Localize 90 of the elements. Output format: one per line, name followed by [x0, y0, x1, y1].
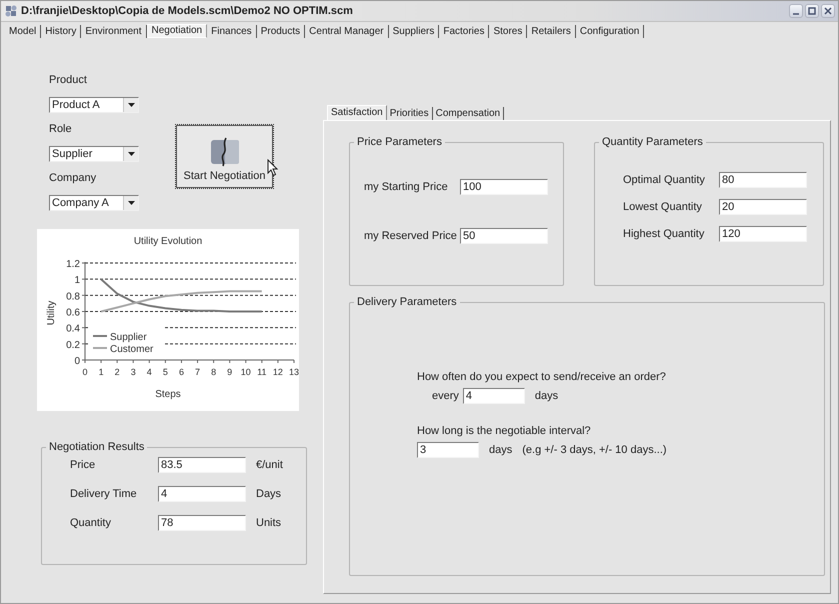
cursor-icon [267, 159, 279, 177]
tick-label: 1.2 [66, 259, 80, 270]
unit-label: Units [256, 517, 282, 529]
field-label: my Reserved Price [363, 230, 458, 242]
field-label: Quantity [69, 517, 112, 529]
question-text: How long is the negotiable interval? [417, 425, 591, 437]
tick-label: 0.8 [66, 291, 80, 302]
text-field[interactable]: 4 [462, 388, 525, 404]
field-label: Delivery Time [69, 488, 138, 500]
tab[interactable]: Priorities [386, 107, 433, 120]
tab[interactable]: Model [5, 25, 42, 38]
text-field[interactable]: 78 [158, 515, 246, 531]
unit-label: days [489, 444, 512, 456]
text-field[interactable]: 100 [460, 179, 548, 195]
tab[interactable]: Suppliers [388, 25, 440, 38]
window-title: D:\franjie\Desktop\Copia de Models.scm\Demo2 NO OPTIM.scm [21, 5, 354, 17]
text-field[interactable]: 83.5 [158, 457, 246, 473]
tick-label: 0.6 [66, 308, 80, 318]
axis-title: Utility [46, 300, 57, 326]
tab[interactable]: History [41, 25, 82, 38]
tab[interactable]: Configuration [576, 25, 644, 38]
text-field[interactable]: 50 [460, 228, 548, 244]
tick-label: 1 [74, 275, 80, 286]
tick-label: 11 [257, 367, 267, 377]
tick-label: 0 [82, 367, 88, 377]
legend-line [93, 335, 107, 337]
caret-icon [128, 152, 134, 156]
legend-label: Supplier [110, 332, 147, 343]
tick-label: 8 [211, 367, 216, 377]
tick-label: 9 [227, 367, 232, 377]
tab[interactable]: Central Manager [305, 25, 389, 38]
field-label: Optimal Quantity [622, 174, 706, 186]
text-field[interactable]: 120 [719, 226, 807, 242]
tick-label: 0.2 [66, 340, 80, 351]
hint-text: (e.g +/- 3 days, +/- 10 days...) [522, 444, 667, 456]
tick-label: 13 [289, 367, 299, 377]
group-title: Delivery Parameters [356, 296, 458, 308]
tick-label: 10 [240, 367, 251, 377]
group-title: Price Parameters [356, 136, 443, 148]
legend-label: Customer [110, 344, 154, 355]
field-label: Price [69, 459, 96, 471]
tick-label: 5 [162, 367, 168, 377]
field-label: Highest Quantity [622, 228, 706, 240]
legend-line [93, 347, 107, 349]
tick-label: 3 [130, 367, 136, 377]
tick-label: 4 [146, 367, 152, 377]
tab[interactable]: Finances [207, 25, 257, 38]
tab[interactable]: Products [256, 25, 306, 38]
close-button[interactable] [821, 4, 835, 18]
field-label: every [432, 390, 459, 402]
text-field[interactable]: 3 [417, 442, 479, 458]
dropdown[interactable]: Company A [49, 195, 139, 211]
tab[interactable]: Stores [489, 25, 528, 38]
caret-icon [128, 103, 134, 107]
minimize-button[interactable] [789, 4, 803, 18]
tick-label: 12 [272, 367, 283, 377]
field-label: Product [49, 74, 88, 88]
question-text: How often do you expect to send/receive an order? [417, 371, 666, 383]
maximize-button[interactable] [805, 4, 819, 18]
unit-label: €/unit [256, 459, 283, 471]
close-icon [824, 7, 832, 15]
field-label: my Starting Price [363, 181, 449, 193]
caret-icon [128, 201, 134, 205]
tab[interactable]: Retailers [527, 25, 576, 38]
tab[interactable]: Factories [439, 25, 490, 38]
field-label: Company [49, 172, 98, 186]
field-label: Lowest Quantity [622, 201, 703, 213]
tick-label: 0 [74, 356, 80, 367]
tick-label: 6 [178, 367, 184, 377]
group-title: Negotiation Results [48, 441, 146, 453]
dropdown[interactable]: Supplier [49, 146, 139, 162]
dropdown[interactable]: Product A [49, 97, 139, 113]
field-label: Role [49, 123, 73, 137]
text-field[interactable]: 20 [719, 199, 807, 215]
tab[interactable]: Satisfaction [327, 105, 387, 120]
tab[interactable]: Negotiation [146, 24, 208, 38]
tick-label: 2 [114, 367, 120, 377]
group-title: Quantity Parameters [601, 136, 704, 148]
tick-label: 0.4 [66, 324, 80, 335]
text-field[interactable]: 4 [158, 486, 246, 502]
maximize-icon [808, 7, 816, 15]
app-icon [4, 4, 18, 18]
text-field[interactable]: 80 [719, 172, 807, 188]
tab[interactable]: Compensation [432, 107, 504, 120]
tick-label: 1 [98, 367, 104, 377]
unit-label: days [534, 390, 558, 402]
tick-label: 7 [195, 367, 200, 377]
unit-label: Days [256, 488, 282, 500]
chart-title: Utility Evolution [134, 236, 202, 247]
axis-title: Steps [155, 389, 181, 400]
